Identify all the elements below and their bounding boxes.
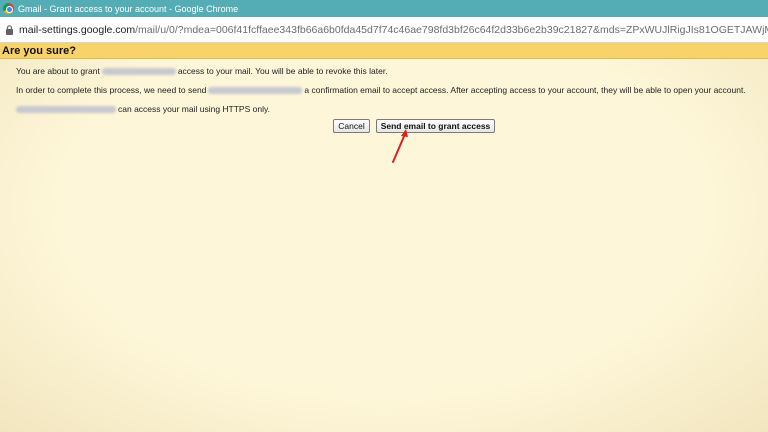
red-arrow-annotation	[392, 129, 408, 163]
window-title: Gmail - Grant access to your account - G…	[18, 3, 239, 14]
grant-line-suffix: access to your mail. You will be able to…	[177, 66, 388, 76]
grant-line-prefix: You are about to grant	[16, 66, 100, 76]
url-host: mail-settings.google.com	[19, 23, 136, 36]
redacted-email	[208, 86, 303, 94]
chrome-icon	[3, 3, 14, 14]
url-path: /mail/u/0/?mdea=006f41fcffaee343fb66a6b0…	[135, 23, 768, 36]
dialog-content: You are about to grant access to your ma…	[0, 59, 768, 432]
window-titlebar: Gmail - Grant access to your account - G…	[0, 0, 768, 17]
lock-icon	[6, 24, 13, 35]
confirmation-line: In order to complete this process, we ne…	[16, 85, 746, 95]
grant-line: You are about to grant access to your ma…	[16, 66, 388, 76]
https-line-text: can access your mail using HTTPS only.	[118, 104, 270, 114]
address-bar[interactable]: mail-settings.google.com /mail/u/0/?mdea…	[0, 17, 768, 43]
cancel-button[interactable]: Cancel	[333, 119, 370, 133]
heading-text: Are you sure?	[2, 44, 76, 57]
https-line: can access your mail using HTTPS only.	[16, 104, 270, 114]
confirmation-line-suffix: a confirmation email to accept access. A…	[304, 85, 746, 95]
redacted-email	[101, 67, 176, 75]
page-heading: Are you sure?	[0, 43, 768, 59]
redacted-email	[16, 105, 116, 113]
confirmation-line-prefix: In order to complete this process, we ne…	[16, 85, 207, 95]
